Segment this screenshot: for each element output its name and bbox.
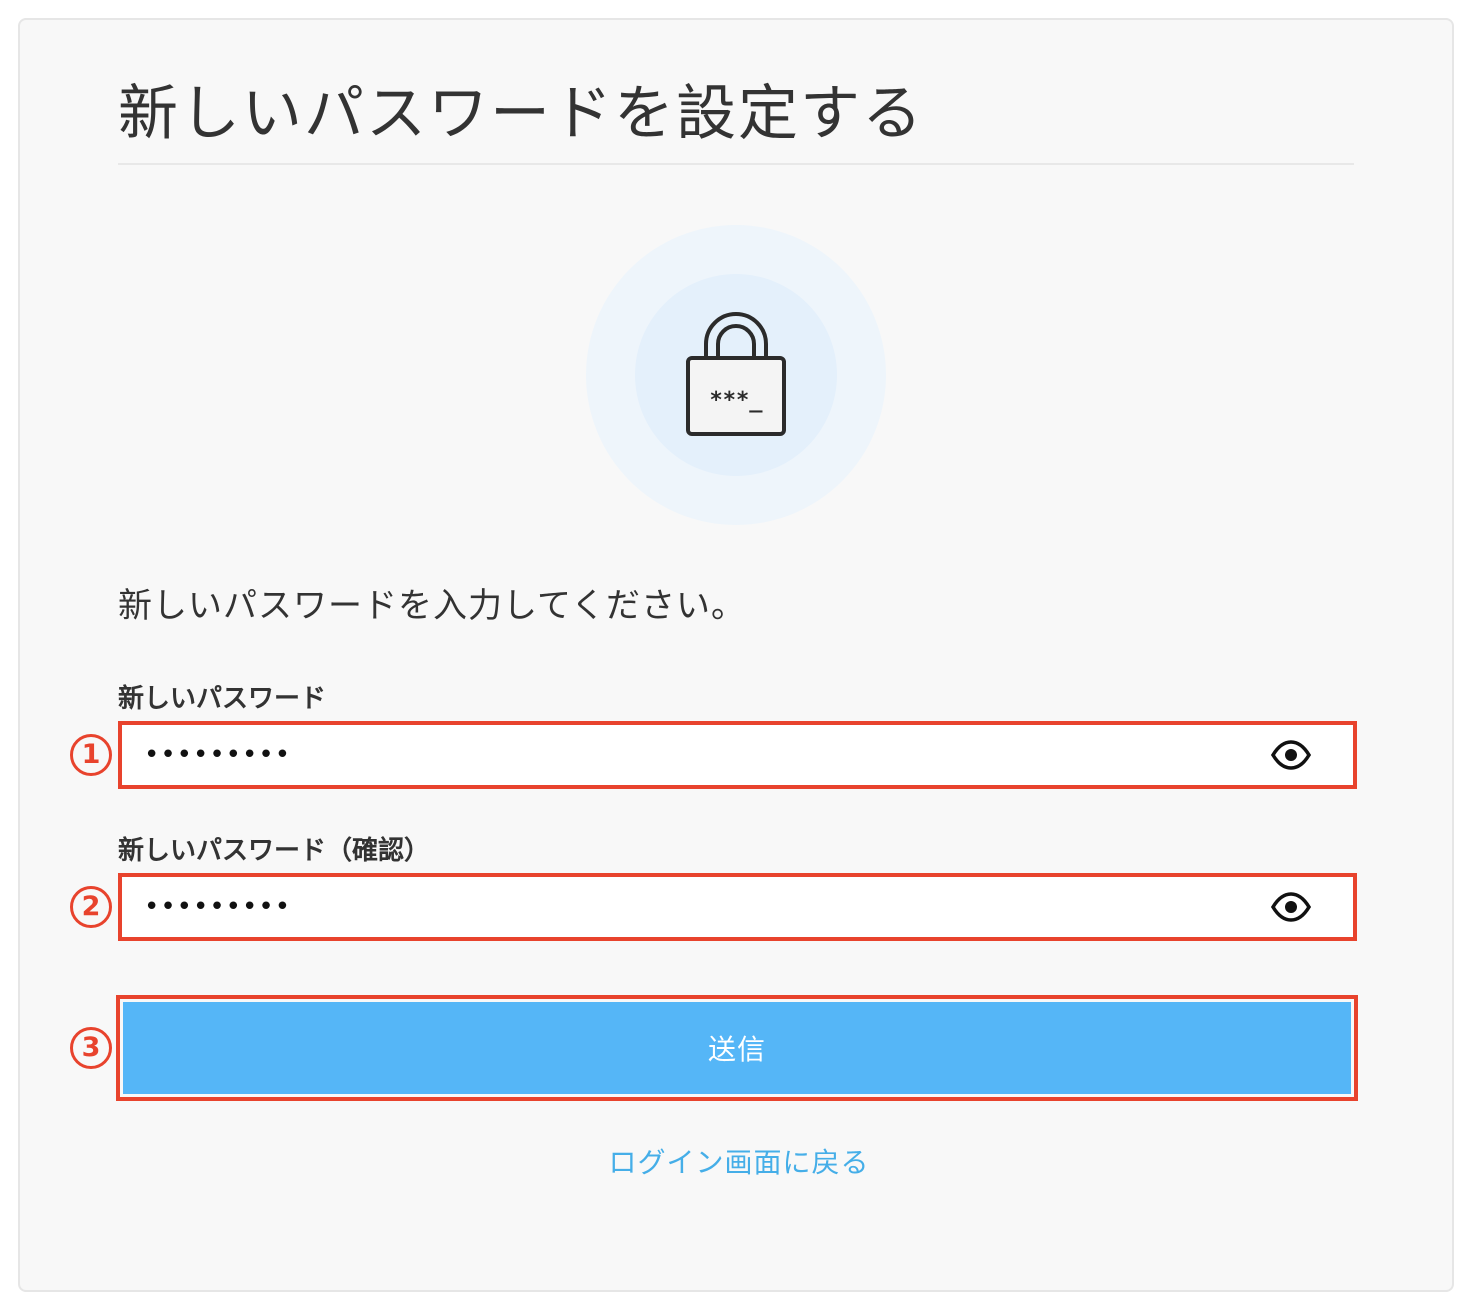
- eye-icon[interactable]: [1271, 892, 1311, 922]
- annotation-marker-3: 3: [70, 1027, 112, 1069]
- eye-icon[interactable]: [1271, 740, 1311, 770]
- instruction-text: 新しいパスワードを入力してください。: [118, 586, 746, 626]
- confirm-password-input[interactable]: •••••••••: [128, 883, 1228, 931]
- back-to-login-link[interactable]: ログイン画面に戻る: [0, 1143, 1478, 1183]
- lock-icon-text: ***_: [710, 388, 764, 413]
- confirm-password-label: 新しいパスワード（確認）: [118, 836, 431, 866]
- page-title: 新しいパスワードを設定する: [118, 79, 924, 149]
- password-lock-icon: ***_: [686, 312, 786, 436]
- new-password-label: 新しいパスワード: [118, 684, 327, 714]
- annotation-marker-1: 1: [70, 734, 112, 776]
- new-password-input[interactable]: •••••••••: [128, 731, 1228, 779]
- submit-highlight: 送信: [116, 995, 1358, 1101]
- confirm-password-field: •••••••••: [118, 873, 1357, 941]
- submit-button[interactable]: 送信: [123, 1002, 1351, 1094]
- annotation-marker-2: 2: [70, 886, 112, 928]
- title-divider: [118, 163, 1354, 165]
- new-password-field: •••••••••: [118, 721, 1357, 789]
